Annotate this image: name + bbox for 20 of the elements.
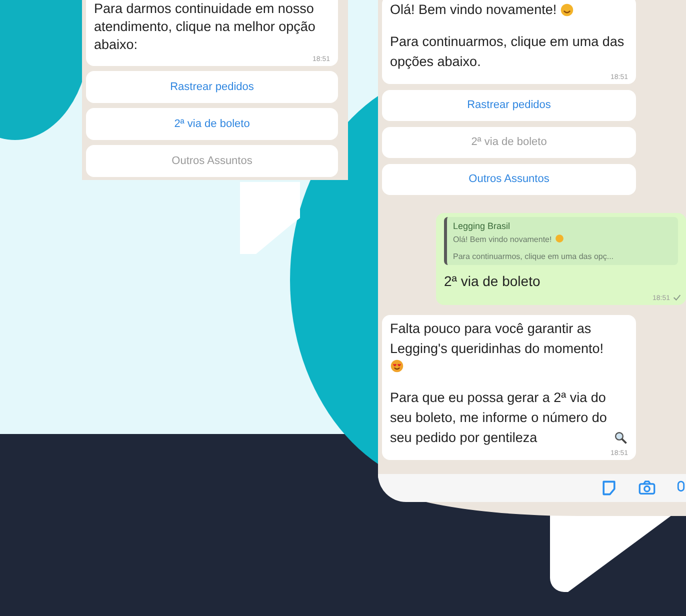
message-text: Para darmos continuidade em nosso atendimento, clique na melhor opção abaixo:	[94, 0, 316, 54]
quick-reply-button[interactable]: Rastrear pedidos	[86, 71, 338, 103]
heart-eyes-emoji-icon	[390, 359, 404, 373]
smile-emoji-icon	[560, 3, 574, 17]
message-text: Falta pouco para você garantir as Legging's queridinhas do momento!	[390, 320, 604, 358]
quick-reply-button[interactable]: Outros Assuntos	[382, 164, 636, 195]
quote-text: Olá! Bem vindo novamente!	[453, 235, 552, 244]
magnifier-icon	[614, 431, 628, 445]
quote-text: Para continuarmos, clique em uma das opç...	[453, 252, 614, 261]
message-text: 2ª via de boleto	[444, 272, 540, 291]
message-text: Olá! Bem vindo novamente!	[390, 1, 557, 19]
quick-reply-button[interactable]: 2ª via de boleto	[86, 108, 338, 140]
backdrop-notch-shape	[240, 182, 300, 254]
quote-author: Legging Brasil	[453, 221, 512, 231]
message-text: Para que eu possa gerar a 2ª via do seu boleto, me informe o número do seu pedido por gentileza	[390, 389, 608, 447]
quick-reply-button[interactable]: Rastrear pedidos	[382, 90, 636, 121]
message-text: Para continuarmos, clique em uma das opções abaixo.	[390, 33, 626, 71]
camera-icon[interactable]	[638, 479, 656, 497]
sticker-icon[interactable]	[600, 479, 618, 497]
smile-emoji-icon	[554, 234, 564, 243]
